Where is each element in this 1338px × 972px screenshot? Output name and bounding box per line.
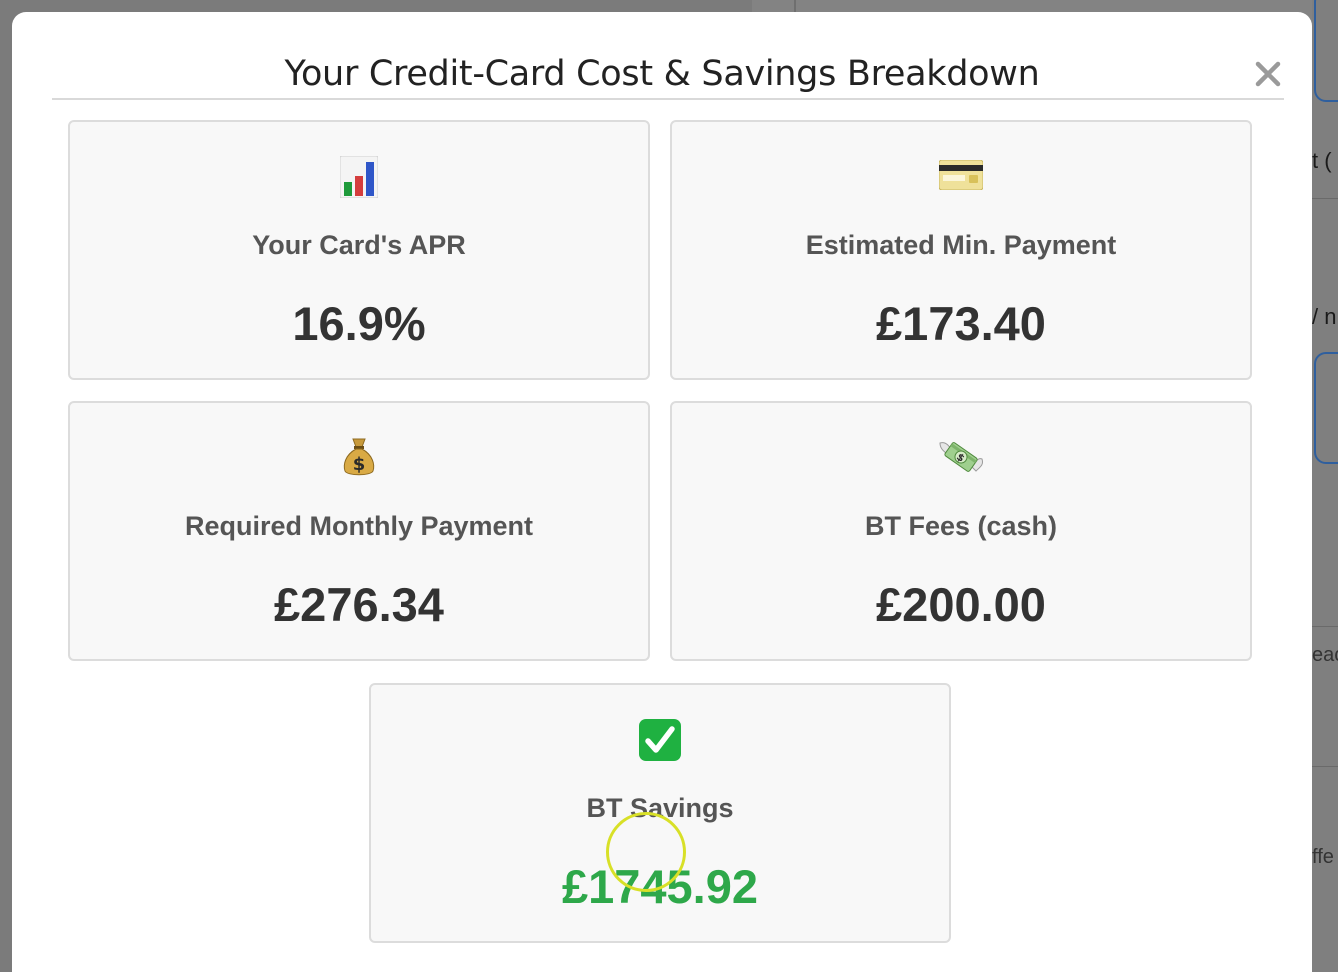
min-payment-card: Estimated Min. Payment £173.40 — [670, 120, 1252, 380]
bar-chart-icon — [340, 156, 378, 198]
apr-value: 16.9% — [292, 297, 426, 350]
background-input-box — [1314, 352, 1338, 464]
bt-fees-card: $ BT Fees (cash) £200.00 — [670, 401, 1252, 661]
monthly-payment-label: Required Monthly Payment — [184, 511, 534, 541]
svg-text:$: $ — [353, 454, 366, 475]
bt-fees-value: £200.00 — [876, 578, 1046, 631]
credit-card-icon — [939, 160, 983, 190]
background-right-panel — [1312, 0, 1338, 972]
background-divider — [1312, 766, 1338, 767]
apr-label: Your Card's APR — [252, 230, 466, 260]
background-text-fragment: t ( — [1312, 148, 1332, 173]
money-bag-icon: $ — [343, 438, 375, 476]
monthly-payment-card: $ Required Monthly Payment £276.34 — [68, 401, 650, 661]
background-divider — [1312, 198, 1338, 199]
bt-savings-label: BT Savings — [586, 793, 734, 823]
background-text-fragment: / n — [1312, 304, 1337, 329]
apr-card: Your Card's APR 16.9% — [68, 120, 650, 380]
money-with-wings-icon: $ — [939, 442, 983, 472]
bt-fees-label: BT Fees (cash) — [864, 511, 1058, 541]
background-divider — [1312, 626, 1338, 627]
min-payment-value: £173.40 — [876, 297, 1046, 350]
modal-header: Your Credit-Card Cost & Savings Breakdow… — [52, 50, 1284, 100]
close-icon — [1255, 61, 1281, 87]
bt-savings-card: BT Savings £1745.92 — [369, 683, 951, 943]
monthly-payment-value: £276.34 — [274, 578, 444, 631]
breakdown-modal: Your Credit-Card Cost & Savings Breakdow… — [12, 12, 1312, 972]
close-button[interactable] — [1252, 58, 1284, 90]
background-text-fragment: eac — [1312, 644, 1338, 666]
modal-title: Your Credit-Card Cost & Savings Breakdow… — [284, 54, 1040, 94]
min-payment-label: Estimated Min. Payment — [805, 230, 1117, 260]
check-mark-button-icon — [639, 719, 681, 761]
background-input-box — [1314, 0, 1338, 102]
background-text-fragment: ffe — [1312, 846, 1334, 868]
bt-savings-value: £1745.92 — [561, 860, 759, 913]
